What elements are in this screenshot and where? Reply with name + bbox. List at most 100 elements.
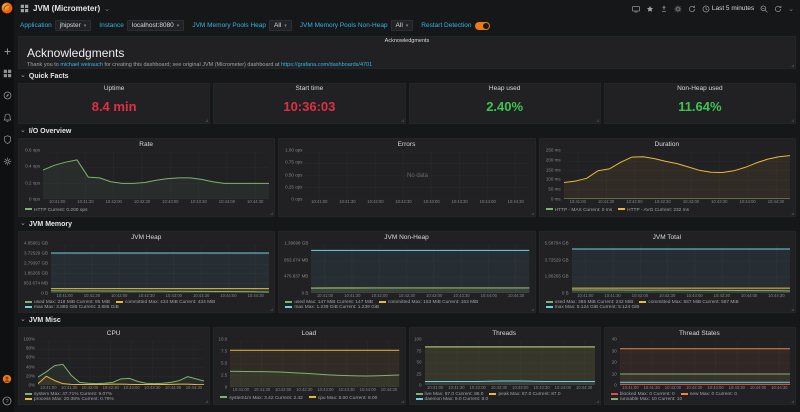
legend-item[interactable]: process Max: 20.38% Current: 0.79%	[25, 397, 114, 402]
variable-1: Instancelocalhost:8080▾	[99, 20, 184, 31]
grafana-logo[interactable]	[1, 2, 13, 14]
panel-title[interactable]: Threads	[412, 329, 597, 339]
x-tick-label: 10:41:30	[71, 199, 99, 206]
author-link[interactable]: michael weirauch	[60, 62, 103, 68]
y-tick-label: 0 B	[302, 291, 309, 296]
row-quick-facts[interactable]: ⌄ Quick Facts	[18, 71, 796, 81]
variable-value-dropdown[interactable]: jhipster▾	[55, 20, 91, 31]
main-area: JVM (Micrometer) ⌄ Last 5 minutes ⌄ Appl…	[14, 0, 800, 412]
variable-value-dropdown[interactable]: localhost:8080▾	[127, 20, 184, 31]
panel-title[interactable]: Heap used	[410, 84, 600, 94]
panel-title[interactable]: Duration	[542, 140, 792, 150]
chevron-down-icon: ⌄	[20, 317, 26, 323]
cycle-icon[interactable]	[688, 5, 696, 13]
side-menu-dashboards[interactable]	[0, 62, 14, 84]
panel-title[interactable]: JVM Total	[542, 233, 792, 243]
share-icon[interactable]	[660, 5, 668, 13]
legend-item[interactable]: max Max: 1.239 GiB Current: 1.239 GiB	[285, 305, 379, 310]
legend-item[interactable]: HTTP Current: 0.200 ops	[25, 208, 88, 213]
zoom-out-icon[interactable]	[760, 5, 768, 13]
dashboard-icon	[20, 4, 29, 13]
side-menu-explore[interactable]	[0, 84, 14, 106]
panel-title[interactable]: Non-Heap used	[605, 84, 795, 94]
x-tick-label: 10:43:30	[184, 199, 212, 206]
side-menu-help[interactable]	[0, 390, 14, 412]
legend-item[interactable]: system1m Max: 3.42 Current: 2.42	[220, 396, 303, 401]
x-tick-label: 10:43:30	[142, 385, 163, 392]
panel-title[interactable]: JVM Non-Heap	[281, 233, 531, 243]
panel-title[interactable]: Thread States	[607, 329, 792, 339]
clock-icon	[702, 5, 710, 13]
plot-area: 250 ms200 ms150 ms100 ms50 ms0 ms	[542, 150, 792, 199]
panel-title[interactable]: Rate	[21, 140, 271, 150]
legend-item[interactable]: committed Max: 434 MiB Current: 434 MiB	[116, 300, 215, 305]
side-menu-shield[interactable]	[0, 128, 14, 150]
panel-title[interactable]: Acknowledgments	[25, 37, 789, 45]
y-tick-label: 1.39698 GB	[284, 241, 308, 246]
gear-icon	[3, 157, 12, 166]
panel-title[interactable]: Start time	[214, 84, 404, 94]
legend-item[interactable]: committed Max: 153 MiB Current: 153 MiB	[379, 300, 478, 305]
dashboard-link[interactable]: https://grafana.com/dashboards/4701	[281, 62, 372, 68]
x-tick-label: 10:42:30	[393, 293, 420, 300]
x-tick-label: 10:42:00	[620, 199, 648, 206]
y-tick-label: 50 ms	[548, 187, 560, 192]
x-tick-label: 10:42:30	[128, 199, 156, 206]
stat-panel: Uptime8.4 min	[18, 83, 210, 124]
title-caret-icon[interactable]: ⌄	[104, 5, 110, 13]
variable-value-dropdown[interactable]: All▾	[391, 20, 414, 31]
star-icon[interactable]	[646, 5, 654, 13]
legend-item[interactable]: max Max: 3.885 GiB Current: 3.885 GiB	[25, 305, 119, 310]
dashboard-title[interactable]: JVM (Micrometer)	[33, 4, 100, 13]
gear-icon[interactable]	[674, 5, 682, 13]
legend-item[interactable]: cpu Max: 8.00 Current: 8.00	[309, 396, 377, 401]
restart-detection-toggle[interactable]	[475, 22, 490, 30]
legend	[281, 206, 531, 214]
y-tick-label: 1.86265 GB	[545, 274, 569, 279]
tv-icon[interactable]	[632, 5, 640, 13]
x-tick-label: 10:43:30	[531, 385, 552, 392]
panel-title[interactable]: Load	[216, 329, 401, 339]
legend-item[interactable]: runnable Max: 10 Current: 10	[611, 397, 682, 402]
legend-item[interactable]: peak Max: 87.0 Current: 87.0	[489, 392, 560, 397]
quick-facts-row: Uptime8.4 minStart time10:36:03Heap used…	[18, 83, 796, 124]
explore-icon	[3, 91, 12, 100]
panel-title[interactable]: CPU	[21, 329, 206, 339]
legend-item[interactable]: HTTP - MAX Current: 0 ms	[546, 208, 612, 213]
refresh-caret-icon[interactable]: ⌄	[788, 5, 794, 13]
plot-area: 403020100	[607, 339, 792, 385]
variable-value: localhost:8080	[132, 22, 174, 29]
panel-title[interactable]: Errors	[281, 140, 531, 150]
y-tick-label: 0%	[28, 383, 35, 388]
side-menu-alerting[interactable]	[0, 106, 14, 128]
plus-icon	[3, 47, 12, 56]
legend: used Max: 218 MiB Current: 95 MiBcommitt…	[21, 300, 271, 310]
legend-item[interactable]: new Max: 0 Current: 0	[681, 392, 737, 397]
y-tick-label: 150 ms	[546, 167, 561, 172]
x-tick-label: 10:42:30	[649, 199, 677, 206]
y-tick-label: 0 B	[562, 291, 569, 296]
row-io-overview[interactable]: ⌄ I/O Overview	[18, 126, 796, 136]
legend-item[interactable]: committed Max: 587 MiB Current: 587 MiB	[639, 300, 738, 305]
refresh-icon[interactable]	[774, 5, 782, 13]
side-menu-plus[interactable]	[0, 40, 14, 62]
navbar-icon-buttons	[632, 5, 696, 13]
x-tick-label: 10:43:00	[677, 199, 705, 206]
legend-item[interactable]: daemon Max: 9.0 Current: 8.0	[416, 397, 489, 402]
row-jvm-misc[interactable]: ⌄ JVM Misc	[18, 315, 796, 325]
side-menu-gear[interactable]	[0, 150, 14, 172]
panel-title[interactable]: Uptime	[19, 84, 209, 94]
x-tick-label: 10:41:00	[51, 293, 78, 300]
time-range-picker[interactable]: Last 5 minutes	[702, 5, 754, 13]
x-tick-label: 10:43:30	[705, 199, 733, 206]
row-jvm-memory[interactable]: ⌄ JVM Memory	[18, 219, 796, 229]
x-tick-label: 10:41:30	[446, 385, 467, 392]
variable-value-dropdown[interactable]: All▾	[269, 20, 292, 31]
legend-item[interactable]: HTTP - AVG Current: 232 ms	[618, 208, 689, 213]
legend-item[interactable]: max Max: 5.124 GiB Current: 5.124 GiB	[546, 305, 640, 310]
x-tick-label: 10:41:30	[333, 199, 361, 206]
side-menu-avatar[interactable]	[0, 368, 14, 390]
panel-title[interactable]: JVM Heap	[21, 233, 271, 243]
variable-value: jhipster	[60, 22, 81, 29]
legend: live Max: 87.0 Current: 86.0peak Max: 87…	[412, 392, 597, 402]
